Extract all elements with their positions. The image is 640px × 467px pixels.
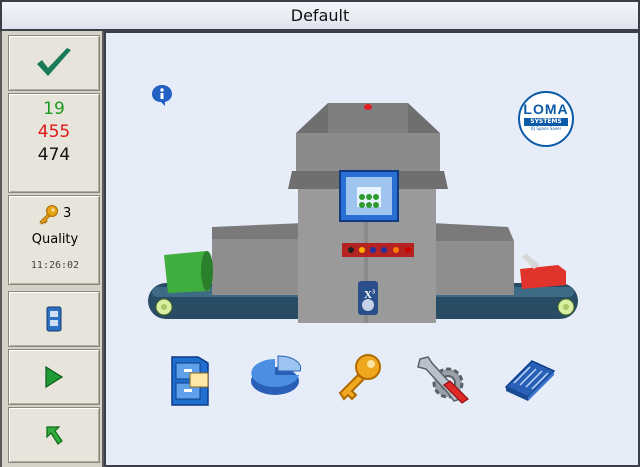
pie-chart-icon	[251, 355, 302, 395]
security-tool-button[interactable]	[334, 353, 394, 413]
manuals-tool-button[interactable]	[502, 353, 562, 413]
products-button[interactable]	[8, 291, 100, 347]
model-badge: X3	[364, 289, 375, 301]
reject-count: 455	[37, 122, 71, 142]
total-count: 474	[37, 145, 71, 165]
back-arrow-icon	[46, 426, 63, 445]
accept-button[interactable]	[8, 35, 100, 91]
counters-panel: 19 455 474	[8, 93, 100, 193]
manuals-icon	[504, 360, 556, 401]
mode-label: Quality	[31, 232, 79, 247]
statistics-tool-button[interactable]	[248, 353, 308, 413]
main-panel: LOMA SYSTEMS IQ Space Saver X3	[104, 31, 640, 467]
good-count: 19	[43, 99, 65, 119]
file-cabinet-icon	[171, 356, 209, 406]
key-icon	[338, 354, 381, 401]
settings-tools-icon	[417, 356, 469, 404]
status-sidebar: 19 455 474 3 Quality 11:26:02	[0, 31, 104, 467]
run-button[interactable]	[8, 349, 100, 405]
checkmark-icon	[37, 48, 71, 76]
back-button[interactable]	[8, 407, 100, 463]
play-icon	[45, 365, 64, 389]
key-icon	[37, 204, 59, 230]
clock: 11:26:02	[30, 260, 80, 271]
window-title: Default	[0, 0, 640, 31]
products-tool-button[interactable]	[168, 353, 228, 413]
settings-tool-button[interactable]	[414, 353, 474, 413]
file-cabinet-icon	[46, 306, 62, 332]
access-level: 3	[63, 206, 72, 221]
user-panel[interactable]: 3 Quality 11:26:02	[8, 195, 100, 285]
